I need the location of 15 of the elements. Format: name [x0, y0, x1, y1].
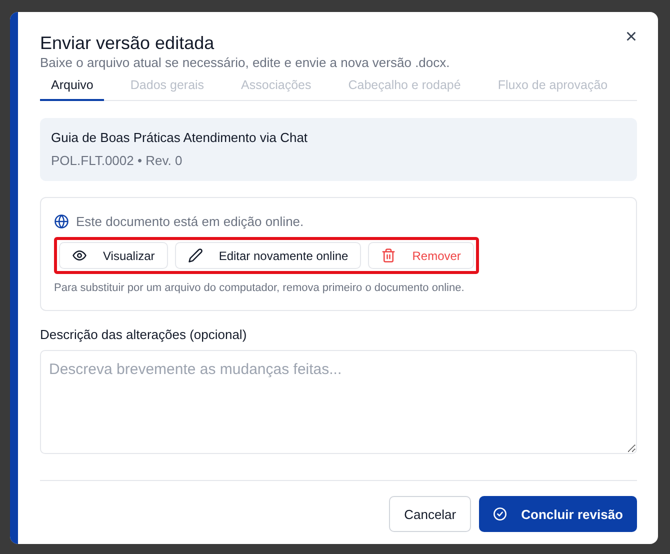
tab[interactable]: Arquivo [40, 76, 104, 101]
hint-text: Para substituir por um arquivo do computador, remova primeiro o documento online. [54, 281, 466, 296]
close-button[interactable]: × [625, 27, 637, 47]
dialog-title: Enviar versão editada [40, 32, 214, 55]
online-status-text: Este documento está em edição online. [76, 212, 304, 231]
view-button[interactable]: Visualizar [59, 242, 168, 270]
document-code: POL.FLT.0002 • Rev. 0 [51, 152, 184, 170]
edit-online-button[interactable]: Editar novamente online [174, 242, 362, 270]
remove-button[interactable]: Remover [368, 242, 474, 270]
description-field[interactable]: Descreva brevemente as mudanças feitas... [40, 350, 637, 454]
cancel-button[interactable]: Cancelar [389, 496, 472, 532]
description-label: Descrição das alterações (opcional) [40, 326, 248, 344]
document-name: Guia de Boas Práticas Atendimento via Chat [51, 128, 309, 147]
confirm-button[interactable]: Concluir revisão [479, 496, 637, 532]
dialog-subtitle: Baixe o arquivo atual se necessário, edite e envie a nova versão .docx. [40, 55, 451, 71]
